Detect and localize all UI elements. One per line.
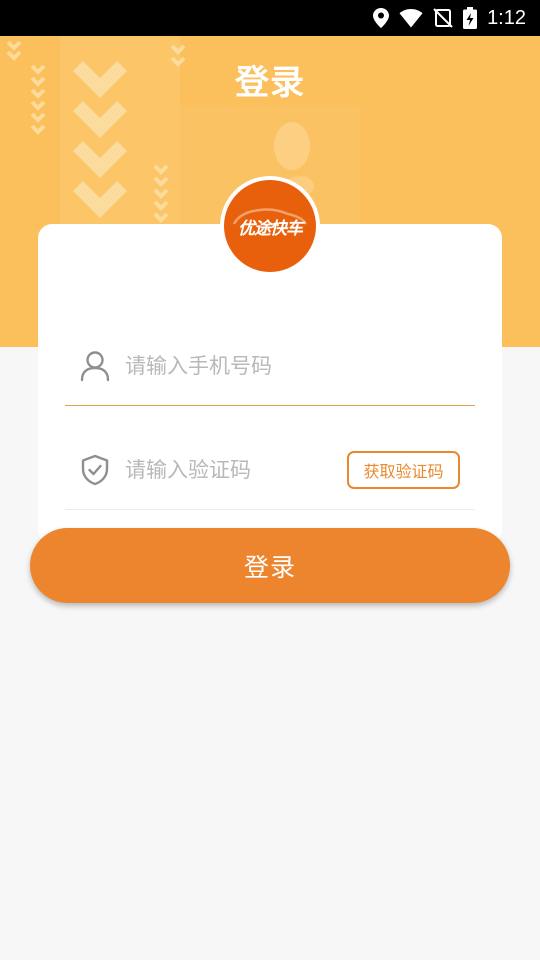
- logo-text: 优途快车: [238, 218, 303, 239]
- status-bar: 1:12: [0, 0, 540, 36]
- battery-icon: [463, 7, 478, 29]
- user-icon: [65, 350, 125, 382]
- wifi-icon: [399, 9, 423, 28]
- no-sim-icon: [433, 8, 453, 28]
- phone-field: [65, 326, 475, 406]
- app-logo: 优途快车: [220, 176, 320, 276]
- code-field: 获取验证码: [65, 430, 475, 510]
- location-icon: [373, 8, 390, 28]
- shield-check-icon: [65, 454, 125, 486]
- logo-badge: 优途快车: [224, 180, 316, 272]
- code-input[interactable]: [125, 457, 347, 482]
- status-time: 1:12: [487, 6, 526, 29]
- get-code-button[interactable]: 获取验证码: [347, 450, 460, 489]
- phone-input[interactable]: [125, 353, 475, 378]
- page-title: 登录: [235, 63, 305, 103]
- login-button[interactable]: 登录: [30, 528, 510, 603]
